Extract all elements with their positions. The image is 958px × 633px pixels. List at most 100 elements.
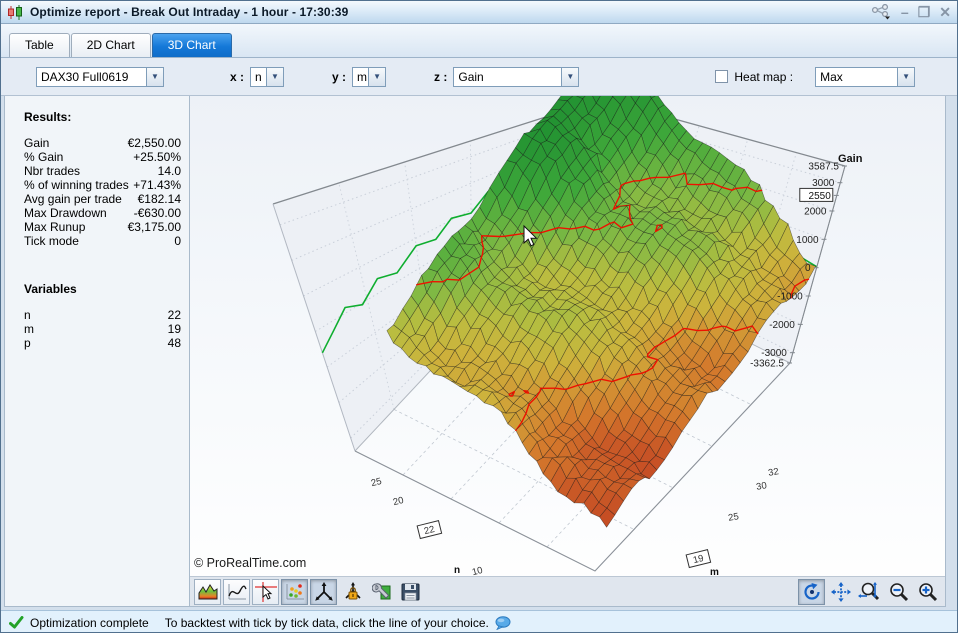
results-sidebar: Results: Gain€2,550.00% Gain+25.50%Nbr t… xyxy=(4,96,190,607)
axes-3d-lock-icon xyxy=(342,582,364,602)
zoom-out-button[interactable] xyxy=(885,579,912,605)
variable-row: n22 xyxy=(24,308,181,322)
variables-list: n22m19p48 xyxy=(24,308,181,350)
chart-toolbar xyxy=(190,576,945,606)
z-axis-boxed-value: 2550 xyxy=(809,191,832,202)
zoom-in-button[interactable] xyxy=(914,579,941,605)
axes-3d-button[interactable] xyxy=(310,579,337,605)
minimize-button[interactable]: – xyxy=(901,5,909,19)
copyright-label: © ProRealTime.com xyxy=(194,556,306,570)
z-axis-tick: 2000 xyxy=(804,206,827,217)
save-button[interactable] xyxy=(397,579,424,605)
y-axis-tick: 25 xyxy=(727,511,739,524)
status-message: Optimization complete xyxy=(30,616,149,630)
z-axis-tick: -2000 xyxy=(769,320,795,331)
crosshair-cursor-icon xyxy=(255,582,277,602)
tab-table[interactable]: Table xyxy=(9,33,70,57)
result-row: Max Drawdown-€630.00 xyxy=(24,206,181,220)
zoom-window-icon xyxy=(858,582,882,602)
x-axis-title: n xyxy=(454,565,460,576)
chart-panel: Gain3587.530002550200010000-1000-2000-30… xyxy=(190,96,946,607)
scatter-plot-icon xyxy=(285,583,305,601)
chevron-down-icon: ▼ xyxy=(266,68,283,86)
z-axis-tick: -3362.5 xyxy=(750,359,784,370)
candlestick-icon xyxy=(7,5,25,20)
settings-wrench-button[interactable] xyxy=(368,579,395,605)
heatmap-label: Heat map : xyxy=(734,70,793,84)
heatmap-checkbox[interactable] xyxy=(715,70,728,83)
close-button[interactable]: ✕ xyxy=(939,5,951,19)
chart-options-toolbar: DAX30 Full0619 ▼ x : n ▼ y : m ▼ z : Gai… xyxy=(1,58,957,96)
y-axis-tick: 32 xyxy=(767,466,779,479)
zoom-in-icon xyxy=(917,582,939,602)
window-title: Optimize report - Break Out Intraday - 1… xyxy=(30,5,348,19)
z-axis-label: z : xyxy=(434,70,447,84)
result-row: Avg gain per trade€182.14 xyxy=(24,192,181,206)
wrench-icon xyxy=(372,582,392,602)
variable-row: m19 xyxy=(24,322,181,336)
zoom-out-icon xyxy=(888,582,910,602)
x-axis-select[interactable]: n ▼ xyxy=(250,67,284,87)
tab-3d-chart[interactable]: 3D Chart xyxy=(152,33,232,57)
z-axis-tick: 0 xyxy=(805,263,811,274)
optimize-report-window: Optimize report - Break Out Intraday - 1… xyxy=(0,0,958,633)
chevron-down-icon: ▼ xyxy=(146,68,163,86)
zoom-window-button[interactable] xyxy=(856,579,883,605)
results-title: Results: xyxy=(24,110,181,124)
rotate-button[interactable] xyxy=(798,579,825,605)
result-row: Max Runup€3,175.00 xyxy=(24,220,181,234)
status-bar: Optimization complete To backtest with t… xyxy=(1,610,957,633)
title-bar: Optimize report - Break Out Intraday - 1… xyxy=(1,1,957,24)
y-axis-label: y : xyxy=(332,70,346,84)
rotate-icon xyxy=(802,582,822,602)
save-icon xyxy=(401,583,420,601)
scatter-plot-button[interactable] xyxy=(281,579,308,605)
surface-chart-button[interactable] xyxy=(194,579,221,605)
x-axis-tick: 25 xyxy=(370,476,383,489)
status-hint: To backtest with tick by tick data, clic… xyxy=(165,616,489,630)
check-icon xyxy=(9,616,24,629)
result-row: % of winning trades+71.43% xyxy=(24,178,181,192)
tab-2d-chart[interactable]: 2D Chart xyxy=(71,33,151,57)
surface-chart-icon xyxy=(198,583,218,601)
view-controls xyxy=(798,579,941,605)
maximize-button[interactable]: ❒ xyxy=(918,5,931,19)
crosshair-cursor-button[interactable] xyxy=(252,579,279,605)
share-icon[interactable] xyxy=(870,4,892,20)
line-chart-button[interactable] xyxy=(223,579,250,605)
results-list: Gain€2,550.00% Gain+25.50%Nbr trades14.0… xyxy=(24,136,181,248)
speech-bubble-icon[interactable] xyxy=(495,616,511,630)
tab-bar: Table 2D Chart 3D Chart xyxy=(1,24,957,58)
main-content: Results: Gain€2,550.00% Gain+25.50%Nbr t… xyxy=(1,96,957,607)
chevron-down-icon: ▼ xyxy=(561,68,578,86)
result-row: Tick mode0 xyxy=(24,234,181,248)
chevron-down-icon: ▼ xyxy=(368,68,385,86)
variable-row: p48 xyxy=(24,336,181,350)
z-axis-tick: 1000 xyxy=(796,235,819,246)
line-chart-icon xyxy=(227,583,247,601)
heatmap-mode-select[interactable]: Max ▼ xyxy=(815,67,915,87)
y-axis-title: m xyxy=(710,567,719,576)
axes-3d-icon xyxy=(314,582,334,602)
variables-title: Variables xyxy=(24,282,181,296)
y-axis-select[interactable]: m ▼ xyxy=(352,67,386,87)
x-axis-label: x : xyxy=(230,70,244,84)
pan-icon xyxy=(831,582,851,602)
axes-3d-lock-button[interactable] xyxy=(339,579,366,605)
instrument-select[interactable]: DAX30 Full0619 ▼ xyxy=(36,67,164,87)
x-axis-tick: 10 xyxy=(471,565,484,576)
result-row: % Gain+25.50% xyxy=(24,150,181,164)
z-axis-tick: 3000 xyxy=(812,178,835,189)
instrument-value: DAX30 Full0619 xyxy=(37,70,146,84)
y-axis-tick: 30 xyxy=(755,480,767,493)
z-axis-title: Gain xyxy=(838,153,863,165)
x-axis-tick: 20 xyxy=(392,495,405,508)
pan-button[interactable] xyxy=(827,579,854,605)
z-axis-tick: 3587.5 xyxy=(808,162,839,173)
result-row: Gain€2,550.00 xyxy=(24,136,181,150)
result-row: Nbr trades14.0 xyxy=(24,164,181,178)
z-axis-select[interactable]: Gain ▼ xyxy=(453,67,579,87)
z-axis-tick: -1000 xyxy=(777,292,803,303)
3d-surface-chart[interactable]: Gain3587.530002550200010000-1000-2000-30… xyxy=(190,96,945,576)
chevron-down-icon: ▼ xyxy=(897,68,914,86)
